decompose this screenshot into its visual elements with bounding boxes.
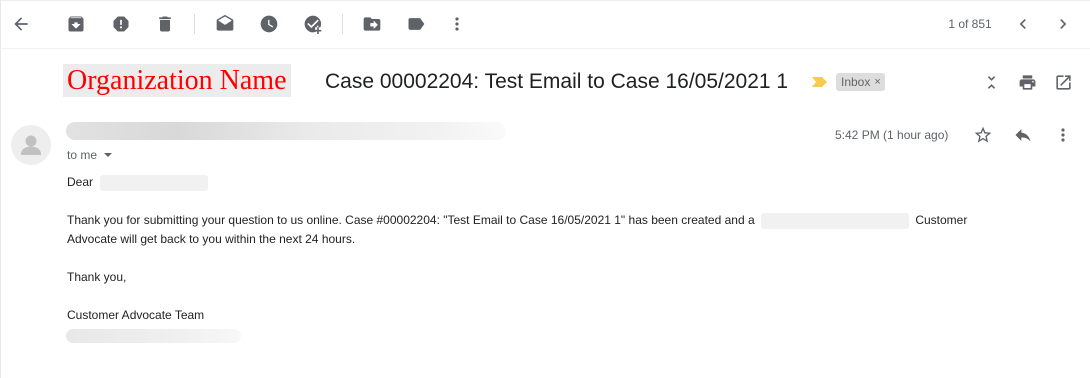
reply-icon[interactable] bbox=[1011, 123, 1035, 147]
recipient-name-redacted bbox=[100, 174, 209, 191]
organization-name-overlay: Organization Name bbox=[63, 64, 291, 97]
trash-icon[interactable] bbox=[149, 8, 181, 40]
archive-icon[interactable] bbox=[60, 8, 92, 40]
closing-text: Thank you, bbox=[67, 270, 127, 284]
message-timestamp: 5:42 PM (1 hour ago) bbox=[835, 128, 949, 142]
label-chip-text: Inbox bbox=[841, 75, 871, 89]
signature-text: Customer Advocate Team bbox=[67, 308, 205, 322]
recipient-label: to me bbox=[67, 148, 98, 162]
more-vert-icon[interactable] bbox=[1051, 123, 1075, 147]
move-to-icon[interactable] bbox=[356, 8, 388, 40]
message-toolbar: 1 of 851 bbox=[0, 0, 1090, 48]
caret-down-icon bbox=[104, 153, 113, 157]
default-person-icon bbox=[21, 135, 41, 155]
recipient-details-toggle[interactable]: to me bbox=[67, 148, 113, 162]
avatar[interactable] bbox=[11, 125, 51, 165]
chevron-right-icon[interactable] bbox=[1047, 8, 1079, 40]
body-paragraph: Thank you for submitting your question t… bbox=[67, 211, 1047, 249]
body-line: Advocate will get back to you within the… bbox=[67, 232, 356, 246]
greeting-text: Dear bbox=[67, 175, 94, 189]
star-icon[interactable] bbox=[971, 123, 995, 147]
mark-unread-icon[interactable] bbox=[209, 8, 241, 40]
sender-name-redacted bbox=[66, 122, 506, 140]
remove-label-button[interactable]: × bbox=[874, 73, 880, 91]
more-vert-icon[interactable] bbox=[441, 8, 473, 40]
open-in-new-window-icon[interactable] bbox=[1051, 70, 1075, 94]
print-icon[interactable] bbox=[1015, 70, 1039, 94]
body-text-segment: Thank you for submitting your question t… bbox=[67, 213, 755, 227]
email-subject: Case 00002204: Test Email to Case 16/05/… bbox=[325, 70, 789, 93]
toolbar-divider bbox=[0, 48, 1090, 49]
label-icon[interactable] bbox=[400, 8, 432, 40]
chevron-left-icon[interactable] bbox=[1007, 8, 1039, 40]
greeting-line: Dear bbox=[67, 173, 209, 192]
report-spam-icon[interactable] bbox=[105, 8, 137, 40]
add-task-icon[interactable] bbox=[297, 8, 329, 40]
back-arrow-icon[interactable] bbox=[5, 8, 37, 40]
toolbar-separator bbox=[342, 14, 343, 34]
signature-redacted bbox=[66, 329, 241, 343]
body-line: Thank you for submitting your question t… bbox=[67, 211, 1047, 230]
company-name-redacted bbox=[760, 212, 909, 229]
body-text-segment: Customer bbox=[915, 213, 968, 227]
frame-border-left bbox=[0, 0, 1, 378]
inbox-label-chip: Inbox × bbox=[836, 73, 885, 91]
collapse-all-icon[interactable] bbox=[979, 70, 1003, 94]
toolbar-separator bbox=[194, 14, 195, 34]
pagination-count: 1 of 851 bbox=[948, 17, 992, 31]
clock-icon[interactable] bbox=[253, 8, 285, 40]
important-marker-icon[interactable] bbox=[812, 77, 827, 87]
